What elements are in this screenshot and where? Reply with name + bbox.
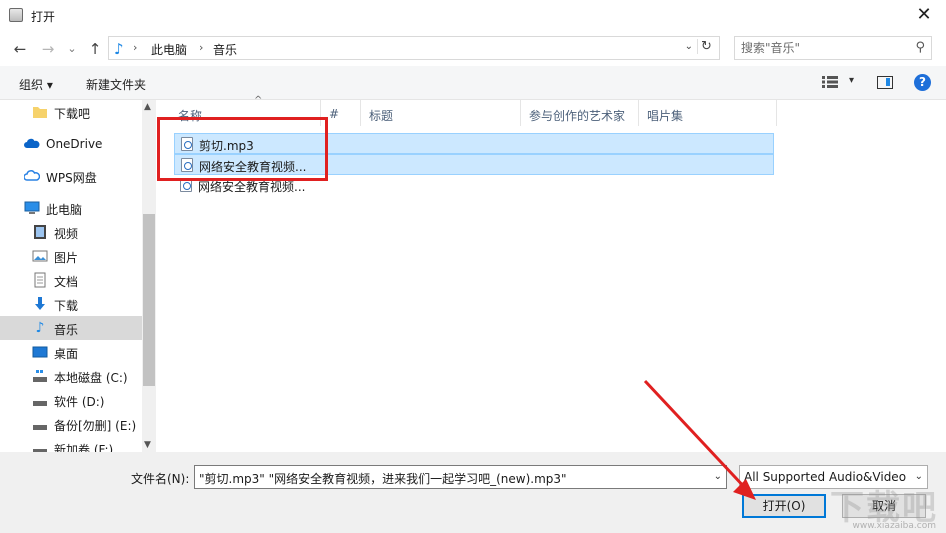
sidebar-item-label: 新加卷 (F:) [54,443,114,452]
sidebar-item-label: 桌面 [54,347,79,361]
cloud-icon [23,168,41,184]
sidebar-item-label: 下载 [54,299,79,313]
search-box[interactable]: ⚲ [734,36,932,60]
sidebar-item-label: 本地磁盘 (C:) [54,371,128,385]
column-header-album[interactable]: 唱片集 [639,100,777,126]
scroll-up-icon[interactable]: ▲ [144,102,151,112]
download-icon [32,296,48,312]
column-header-label: 参与创作的艺术家 [529,109,626,123]
column-header-label: # [329,107,340,121]
desktop-icon [32,344,48,360]
sidebar-item-desktop[interactable]: 桌面 [0,340,142,364]
breadcrumb-separator: › [199,41,204,54]
breadcrumb-separator: › [133,41,138,54]
sidebar-item-documents[interactable]: 文档 [0,268,142,292]
filename-value: "剪切.mp3" "网络安全教育视频，进来我们一起学习吧_(new).mp3" [199,472,567,486]
column-header-label: 唱片集 [647,109,684,123]
sidebar-item-label: WPS网盘 [46,171,97,185]
back-arrow-icon[interactable]: ← [10,38,30,60]
filename-label: 文件名(N): [131,472,190,486]
search-icon[interactable]: ⚲ [915,40,925,55]
search-input[interactable] [741,40,905,56]
help-icon[interactable]: ? [914,74,931,91]
forward-arrow-icon[interactable]: → [38,38,58,60]
recent-locations-chevron-icon[interactable]: ⌄ [62,38,82,60]
sidebar-item-drive-d[interactable]: 软件 (D:) [0,388,142,412]
title-bar: 打开 ✕ [0,0,946,32]
sidebar-item-label: 视频 [54,227,79,241]
folder-icon [32,104,48,120]
scroll-down-icon[interactable]: ▼ [144,440,151,450]
music-note-icon: ♪ [114,40,124,58]
address-bar[interactable]: ♪ › 此电脑 › 音乐 ⌄ ↻ [108,36,720,60]
sidebar-item-videos[interactable]: 视频 [0,220,142,244]
sidebar-item-this-pc[interactable]: 此电脑 [0,196,142,220]
sidebar-item-music[interactable]: ♪ 音乐 [0,316,142,340]
picture-icon [32,248,48,264]
video-icon [32,224,48,240]
sidebar-item-wps-drive[interactable]: WPS网盘 [0,164,142,188]
view-dropdown-icon[interactable]: ▾ [849,75,854,86]
navigation-pane: 下载吧 OneDrive WPS网盘 此电脑 视频 图片 文档 下载 ♪ 音乐 … [0,100,142,452]
watermark-url: www.xiazaiba.com [852,521,936,531]
chevron-down-icon[interactable]: ⌄ [714,471,722,482]
column-header-artist[interactable]: 参与创作的艺术家 [521,100,639,126]
sidebar-item-label: 图片 [54,251,79,265]
computer-icon [24,200,40,216]
command-toolbar: 组织 ▾ 新建文件夹 ▾ ? [0,66,946,100]
sidebar-item-pictures[interactable]: 图片 [0,244,142,268]
document-icon [32,272,48,288]
breadcrumb-this-pc[interactable]: 此电脑 [151,41,187,58]
view-options-icon[interactable] [822,76,838,88]
sidebar-item-label: 备份[勿删] (E:) [54,419,137,433]
sidebar-item-onedrive[interactable]: OneDrive [0,132,142,156]
close-icon[interactable]: ✕ [902,0,946,32]
breadcrumb-music[interactable]: 音乐 [213,41,237,58]
music-note-icon: ♪ [35,320,45,336]
sidebar-item-drive-e[interactable]: 备份[勿删] (E:) [0,412,142,436]
annotation-highlight-box [157,117,328,181]
sidebar-item-label: 文档 [54,275,79,289]
open-button[interactable]: 打开(O) [742,494,826,518]
refresh-icon[interactable]: ↻ [697,39,715,54]
window-title: 打开 [31,10,56,24]
sidebar-item-download-bar[interactable]: 下载吧 [0,100,142,124]
sidebar-item-label: 此电脑 [46,203,83,217]
cloud-icon [24,136,40,152]
drive-icon [32,440,48,452]
chevron-down-icon[interactable]: ⌄ [685,41,693,52]
app-icon [9,8,23,22]
sidebar-item-drive-c[interactable]: 本地磁盘 (C:) [0,364,142,388]
drive-icon [32,416,48,432]
sidebar-item-drive-f[interactable]: 新加卷 (F:) [0,436,142,452]
sidebar-scrollbar[interactable]: ▲ ▼ [142,100,156,452]
sidebar-item-label: 下载吧 [54,107,91,121]
drive-icon [32,368,48,384]
column-header-title[interactable]: 标题 [361,100,521,126]
drive-icon [32,392,48,408]
sidebar-item-label: OneDrive [46,137,103,151]
sidebar-item-label: 音乐 [54,323,79,337]
sidebar-item-downloads[interactable]: 下载 [0,292,142,316]
sidebar-item-label: 软件 (D:) [54,395,105,409]
preview-pane-icon[interactable] [877,76,893,89]
new-folder-button[interactable]: 新建文件夹 [86,76,146,93]
organize-button[interactable]: 组织 ▾ [19,76,53,93]
up-arrow-icon[interactable]: ↑ [85,38,105,60]
filename-input[interactable]: "剪切.mp3" "网络安全教育视频，进来我们一起学习吧_(new).mp3" … [194,465,727,489]
scrollbar-thumb[interactable] [143,214,155,386]
column-header-label: 标题 [369,109,394,123]
sort-ascending-icon: ^ [254,95,263,106]
